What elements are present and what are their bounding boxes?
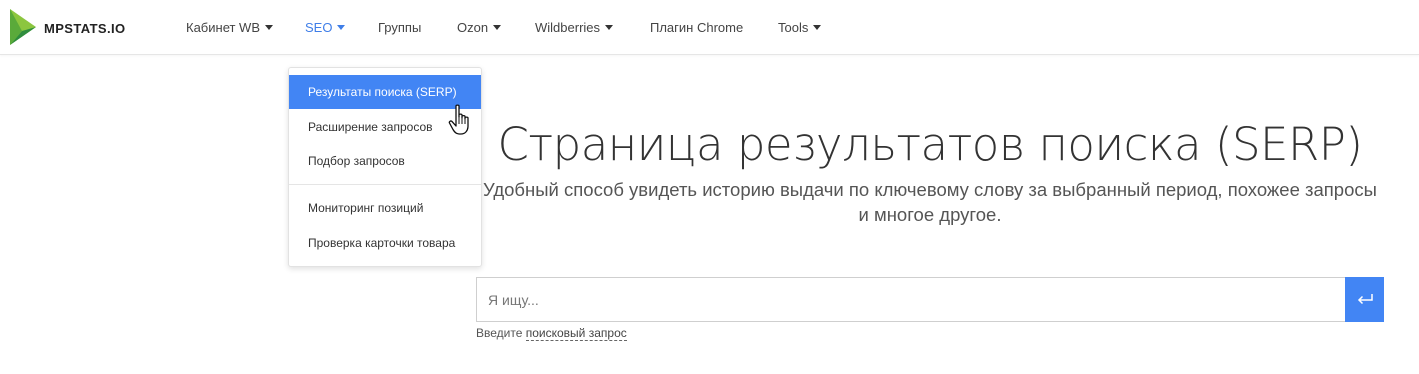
nav-item-kabinet-wb[interactable]: Кабинет WB: [186, 18, 273, 36]
nav-item-tools[interactable]: Tools: [778, 18, 822, 36]
nav-item-label: SEO: [305, 19, 333, 35]
page-subtitle: Удобный способ увидеть историю выдачи по…: [483, 179, 1377, 225]
menu-divider: [289, 184, 481, 185]
enter-return-icon: [1357, 293, 1373, 304]
search-hint-prefix: Введите: [476, 326, 523, 340]
top-navbar: MPSTATS.IO Кабинет WB SEO Группы Ozon Wi…: [0, 0, 1419, 55]
nav-item-label: Tools: [778, 19, 809, 35]
caret-down-icon: [337, 24, 346, 30]
nav-item-seo[interactable]: SEO: [305, 18, 346, 36]
nav-item-wildberries[interactable]: Wildberries: [535, 18, 614, 36]
search-hint-link[interactable]: поисковый запрос: [525, 326, 627, 341]
search-submit-button[interactable]: [1345, 277, 1384, 322]
caret-down-icon: [605, 24, 614, 30]
caret-down-icon: [813, 24, 822, 30]
nav-item-groups[interactable]: Группы: [378, 18, 421, 36]
search-input[interactable]: [476, 277, 1346, 322]
nav-item-label: Кабинет WB: [186, 19, 260, 35]
brand[interactable]: MPSTATS.IO: [8, 7, 126, 47]
nav-item-chrome-plugin[interactable]: Плагин Chrome: [650, 18, 743, 36]
nav-item-label: Ozon: [457, 19, 489, 35]
caret-down-icon: [265, 24, 273, 30]
play-triangle-logo-icon: [10, 9, 36, 45]
page-title: Страница результатов поиска (SERP): [497, 118, 1363, 171]
nav-item-label: Группы: [378, 19, 422, 35]
menu-item-position-monitoring[interactable]: Мониторинг позиций: [289, 191, 481, 225]
nav-item-ozon[interactable]: Ozon: [457, 18, 502, 36]
menu-item-product-card-check[interactable]: Проверка карточки товара: [289, 226, 481, 260]
brand-name: MPSTATS.IO: [44, 20, 126, 36]
caret-down-icon: [493, 24, 502, 30]
nav-item-label: Плагин Chrome: [650, 19, 744, 35]
nav-item-label: Wildberries: [535, 19, 601, 35]
search-hint: Введите поисковый запрос: [476, 326, 627, 341]
